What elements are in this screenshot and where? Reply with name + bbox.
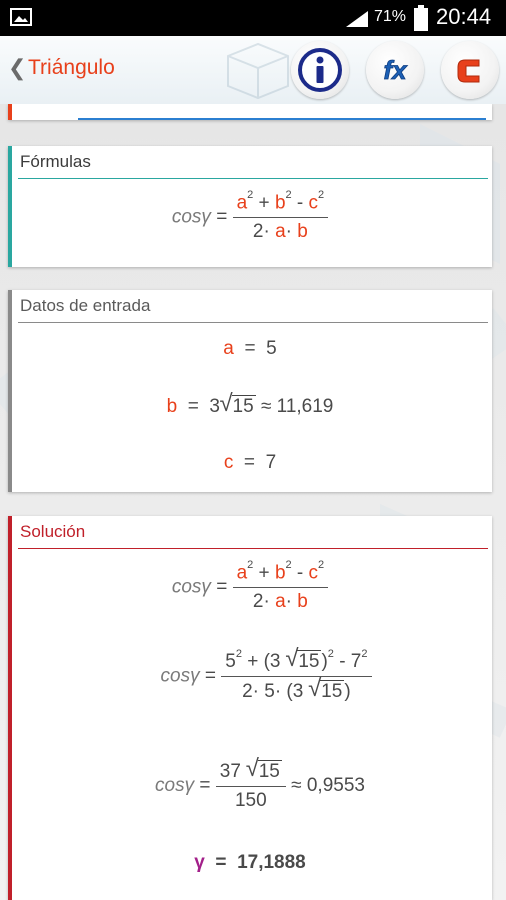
formulas-card: Fórmulas cosγ = a2 + b2 - c2 2· a· b <box>8 146 492 267</box>
cube-logo-icon <box>227 42 289 100</box>
formula-lhs: cosγ <box>171 206 211 228</box>
c-value: 7 <box>265 452 277 473</box>
step1-fraction: a2 + b2 - c2 2· a· b <box>232 559 329 613</box>
step2-lhs: cosγ <box>160 665 200 687</box>
step1-lhs: cosγ <box>171 576 211 598</box>
step3-lhs: cosγ <box>155 775 195 797</box>
a-label: a <box>223 338 234 359</box>
fx-icon: fx <box>383 55 408 86</box>
status-bar: 71% 20:44 <box>0 0 506 36</box>
input-data-card: Datos de entrada a = 5 b = 3 15 ≈ 11,619… <box>8 290 492 492</box>
card-accent-bar <box>8 104 12 120</box>
input-c-row: c = 7 <box>8 452 492 474</box>
formula-cos-gamma: cosγ = a2 + b2 - c2 2· a· b <box>8 189 492 243</box>
solution-card: Solución cosγ = a2 + b2 - c2 2· a· b cos… <box>8 516 492 900</box>
step2-fraction: 52 + (3 15)2 - 72 2· 5· (3 15) <box>221 645 372 703</box>
b-approx: ≈ 11,619 <box>260 396 334 417</box>
signal-icon <box>346 11 368 27</box>
solution-result: γ = 17,1888 <box>8 852 492 874</box>
step3-approx: ≈ 0,9553 <box>291 775 365 797</box>
content-area[interactable]: Fórmulas cosγ = a2 + b2 - c2 2· a· b Dat… <box>0 104 506 900</box>
solution-step-substitution: cosγ = 52 + (3 15)2 - 72 2· 5· (3 15) <box>8 645 506 703</box>
page-title[interactable]: Triángulo <box>28 56 115 80</box>
input-data-heading: Datos de entrada <box>20 296 151 315</box>
info-button[interactable] <box>291 41 349 99</box>
b-equals: = <box>187 396 199 417</box>
formula-fraction: a2 + b2 - c2 2· a· b <box>232 189 329 243</box>
formulas-button[interactable]: fx <box>366 41 424 99</box>
solution-step-simplified: cosγ = 37 15 150 ≈ 0,9553 <box>8 755 502 812</box>
previous-card-partial <box>8 104 492 120</box>
result-equals: = <box>215 852 227 873</box>
heading-divider <box>18 548 488 549</box>
info-icon <box>298 48 342 92</box>
c-equals: = <box>243 452 256 473</box>
b-coefficient: 3 <box>209 396 220 417</box>
result-gamma: γ <box>194 852 205 873</box>
b-radical: 15 <box>219 390 256 418</box>
a-value: 5 <box>266 338 277 359</box>
back-chevron-icon[interactable]: ❮ <box>8 56 26 81</box>
battery-icon <box>414 5 428 31</box>
clock: 20:44 <box>436 4 492 29</box>
step3-fraction: 37 15 150 <box>215 755 286 812</box>
a-equals: = <box>244 338 256 359</box>
formula-denominator: 2· a· b <box>252 221 308 243</box>
calculator-icon <box>457 59 480 83</box>
image-notification-icon <box>10 8 32 26</box>
input-underline <box>78 118 486 120</box>
b-label: b <box>166 396 178 417</box>
c-label: c <box>223 452 234 473</box>
app-bar: ❮ Triángulo fx <box>0 36 506 105</box>
input-a-row: a = 5 <box>8 338 492 360</box>
solution-heading: Solución <box>20 522 86 541</box>
input-b-row: b = 3 15 ≈ 11,619 <box>8 390 492 418</box>
heading-divider <box>18 178 488 179</box>
battery-percent: 71% <box>374 8 407 25</box>
formulas-heading: Fórmulas <box>20 152 91 171</box>
heading-divider <box>18 322 488 323</box>
svg-text:fx: fx <box>383 55 408 85</box>
calculator-button[interactable] <box>441 41 499 99</box>
result-value: 17,1888 <box>237 852 306 873</box>
formula-numerator: a2 + b2 - c2 <box>232 189 329 219</box>
solution-step-formula: cosγ = a2 + b2 - c2 2· a· b <box>8 559 492 613</box>
